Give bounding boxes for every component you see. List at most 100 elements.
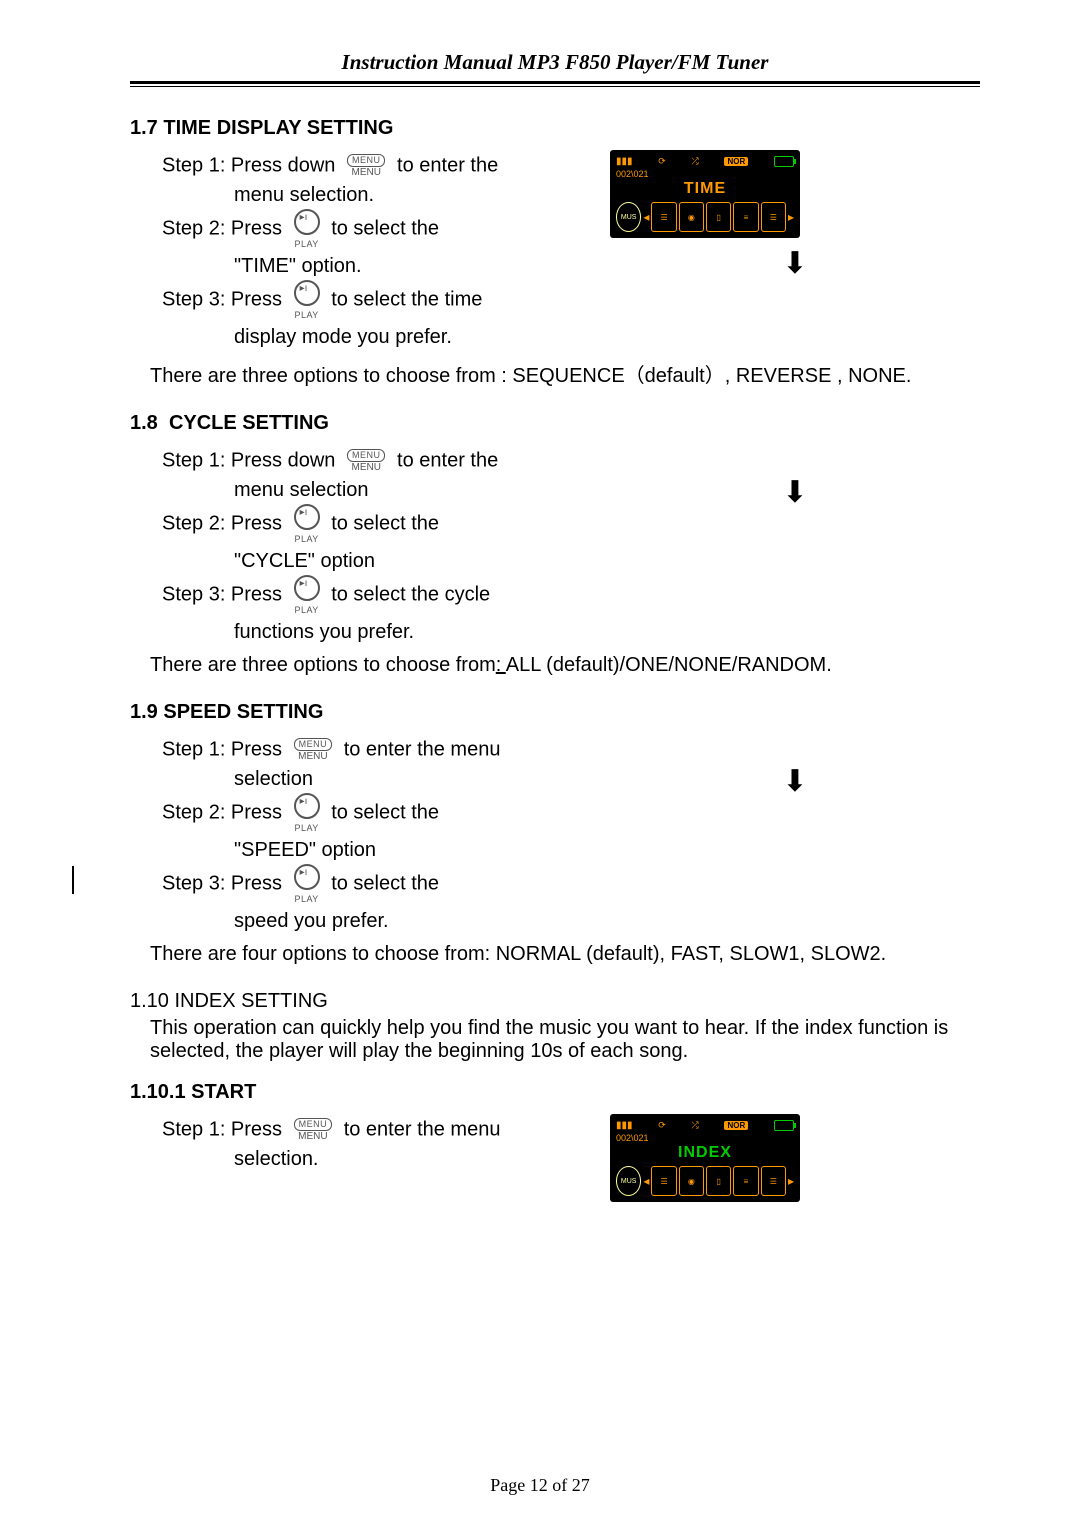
step-1-8-2: Step 2: Press PLAY to select the xyxy=(162,504,570,544)
device-mus-icon: MUS xyxy=(616,202,641,232)
down-arrow-icon: ⬇ xyxy=(610,764,980,799)
step-1-9-3b: speed you prefer. xyxy=(234,910,570,933)
device-icon: ≡ xyxy=(733,1166,758,1196)
battery-icon xyxy=(774,1120,794,1131)
device-icon: ☰ xyxy=(761,1166,786,1196)
section-1-8-title: 1.8 CYCLE SETTING xyxy=(130,412,980,435)
section-1-7-num: 1.7 xyxy=(130,117,158,139)
device-icon: ◉ xyxy=(679,1166,704,1196)
menu-button-icon: MENU MENU xyxy=(294,738,333,762)
device-icon: ▯ xyxy=(706,1166,731,1196)
section-1-8-steps: Step 1: Press down MENU MENU to enter th… xyxy=(130,443,570,644)
page-header: Instruction Manual MP3 F850 Player/FM Tu… xyxy=(130,50,980,81)
device-icon: ☰ xyxy=(651,202,676,232)
nor-badge: NOR xyxy=(724,157,748,166)
device-icon: ☰ xyxy=(651,1166,676,1196)
play-button-icon: PLAY xyxy=(294,209,320,249)
section-1-8-text: CYCLE SETTING xyxy=(169,412,329,434)
device-counter: 002\021 xyxy=(616,1133,794,1143)
device-counter: 002\021 xyxy=(616,169,794,179)
device-title: TIME xyxy=(616,180,794,198)
section-1-10-body: This operation can quickly help you find… xyxy=(150,1017,980,1063)
device-nav-right-icon: ▸ xyxy=(788,1174,794,1188)
menu-button-icon: MENU MENU xyxy=(347,154,386,178)
step-1-7-1: Step 1: Press down MENU MENU to enter th… xyxy=(162,154,570,178)
section-1-7-steps: Step 1: Press down MENU MENU to enter th… xyxy=(130,148,570,349)
device-nav-left-icon: ◂ xyxy=(643,210,649,224)
step-1-9-2: Step 2: Press PLAY to select the xyxy=(162,793,570,833)
section-1-10-1-title: 1.10.1 START xyxy=(130,1081,980,1104)
section-1-10-1-device-col: ▮▮▮ ⟳ ⤮ NOR 002\021 INDEX MUS ◂ ☰ ◉ ▯ ≡ … xyxy=(610,1112,980,1202)
section-1-9-text: SPEED SETTING xyxy=(163,701,323,723)
menu-button-icon: MENU MENU xyxy=(347,449,386,473)
play-button-icon: PLAY xyxy=(294,504,320,544)
nor-badge: NOR xyxy=(724,1121,748,1130)
step-1-9-1b: selection xyxy=(234,768,570,791)
device-icon-row: MUS ◂ ☰ ◉ ▯ ≡ ☰ ▸ xyxy=(616,1166,794,1196)
step-1-8-1b: menu selection xyxy=(234,479,570,502)
section-1-10-title: 1.10 INDEX SETTING xyxy=(130,990,980,1013)
step-1-7-1b: menu selection. xyxy=(234,184,570,207)
loop-icon: ⟳ xyxy=(658,156,666,167)
header-rule-thin xyxy=(130,86,980,87)
step-1-9-3: Step 3: Press PLAY to select the xyxy=(162,864,570,904)
section-1-9-num: 1.9 xyxy=(130,701,158,723)
section-1-9-arrow-col: ⬇ xyxy=(610,732,980,799)
step-1-10-1-1b: selection. xyxy=(234,1148,570,1171)
section-1-9-options: There are four options to choose from: N… xyxy=(150,943,980,966)
step-1-10-1-1: Step 1: Press MENU MENU to enter the men… xyxy=(162,1118,570,1142)
play-button-icon: PLAY xyxy=(294,793,320,833)
page: Instruction Manual MP3 F850 Player/FM Tu… xyxy=(0,0,1080,1526)
device-icon: ☰ xyxy=(761,202,786,232)
section-1-7-text: TIME DISPLAY SETTING xyxy=(163,117,393,139)
device-icon: ◉ xyxy=(679,202,704,232)
play-button-icon: PLAY xyxy=(294,864,320,904)
step-1-9-2b: "SPEED" option xyxy=(234,839,570,862)
device-status-bar: ▮▮▮ ⟳ ⤮ NOR xyxy=(616,154,794,168)
step-1-8-1: Step 1: Press down MENU MENU to enter th… xyxy=(162,449,570,473)
signal-icon: ▮▮▮ xyxy=(616,156,633,167)
step-1-8-2b: "CYCLE" option xyxy=(234,550,570,573)
step-1-7-3b: display mode you prefer. xyxy=(234,326,570,349)
page-footer: Page 12 of 27 xyxy=(0,1475,1080,1496)
battery-icon xyxy=(774,156,794,167)
signal-icon: ▮▮▮ xyxy=(616,1120,633,1131)
header-rule-thick xyxy=(130,81,980,84)
revision-bar-icon xyxy=(72,866,74,894)
device-screenshot-time: ▮▮▮ ⟳ ⤮ NOR 002\021 TIME MUS ◂ ☰ ◉ ▯ ≡ ☰… xyxy=(610,150,800,238)
menu-button-icon: MENU MENU xyxy=(294,1118,333,1142)
section-1-10-1-steps: Step 1: Press MENU MENU to enter the men… xyxy=(130,1112,570,1171)
device-screenshot-index: ▮▮▮ ⟳ ⤮ NOR 002\021 INDEX MUS ◂ ☰ ◉ ▯ ≡ … xyxy=(610,1114,800,1202)
step-1-7-2b: "TIME" option. xyxy=(234,255,570,278)
step-1-7-2: Step 2: Press PLAY to select the xyxy=(162,209,570,249)
device-icon-row: MUS ◂ ☰ ◉ ▯ ≡ ☰ ▸ xyxy=(616,202,794,232)
loop-icon: ⟳ xyxy=(658,1120,666,1131)
shuffle-icon: ⤮ xyxy=(692,156,699,167)
section-1-8-options: There are three options to choose from: … xyxy=(150,654,980,677)
device-nav-right-icon: ▸ xyxy=(788,210,794,224)
down-arrow-icon: ⬇ xyxy=(610,246,980,281)
section-1-8-arrow-col: ⬇ xyxy=(610,443,980,510)
device-nav-left-icon: ◂ xyxy=(643,1174,649,1188)
section-1-8-num: 1.8 xyxy=(130,412,158,434)
device-mus-icon: MUS xyxy=(616,1166,641,1196)
shuffle-icon: ⤮ xyxy=(692,1120,699,1131)
play-button-icon: PLAY xyxy=(294,280,320,320)
device-title: INDEX xyxy=(616,1144,794,1162)
section-1-9-row: Step 1: Press MENU MENU to enter the men… xyxy=(130,732,980,933)
play-button-icon: PLAY xyxy=(294,575,320,615)
section-1-8-row: Step 1: Press down MENU MENU to enter th… xyxy=(130,443,980,644)
section-1-7-device-col: ▮▮▮ ⟳ ⤮ NOR 002\021 TIME MUS ◂ ☰ ◉ ▯ ≡ ☰… xyxy=(610,148,980,281)
step-1-7-3: Step 3: Press PLAY to select the time xyxy=(162,280,570,320)
section-1-10-1-row: Step 1: Press MENU MENU to enter the men… xyxy=(130,1112,980,1202)
section-1-9-steps: Step 1: Press MENU MENU to enter the men… xyxy=(130,732,570,933)
section-1-7-row: Step 1: Press down MENU MENU to enter th… xyxy=(130,148,980,349)
device-status-bar: ▮▮▮ ⟳ ⤮ NOR xyxy=(616,1118,794,1132)
device-icon: ▯ xyxy=(706,202,731,232)
section-1-7-options: There are three options to choose from :… xyxy=(150,359,980,388)
step-1-8-3b: functions you prefer. xyxy=(234,621,570,644)
step-1-9-1: Step 1: Press MENU MENU to enter the men… xyxy=(162,738,570,762)
step-1-8-3: Step 3: Press PLAY to select the cycle xyxy=(162,575,570,615)
device-icon: ≡ xyxy=(733,202,758,232)
down-arrow-icon: ⬇ xyxy=(610,475,980,510)
